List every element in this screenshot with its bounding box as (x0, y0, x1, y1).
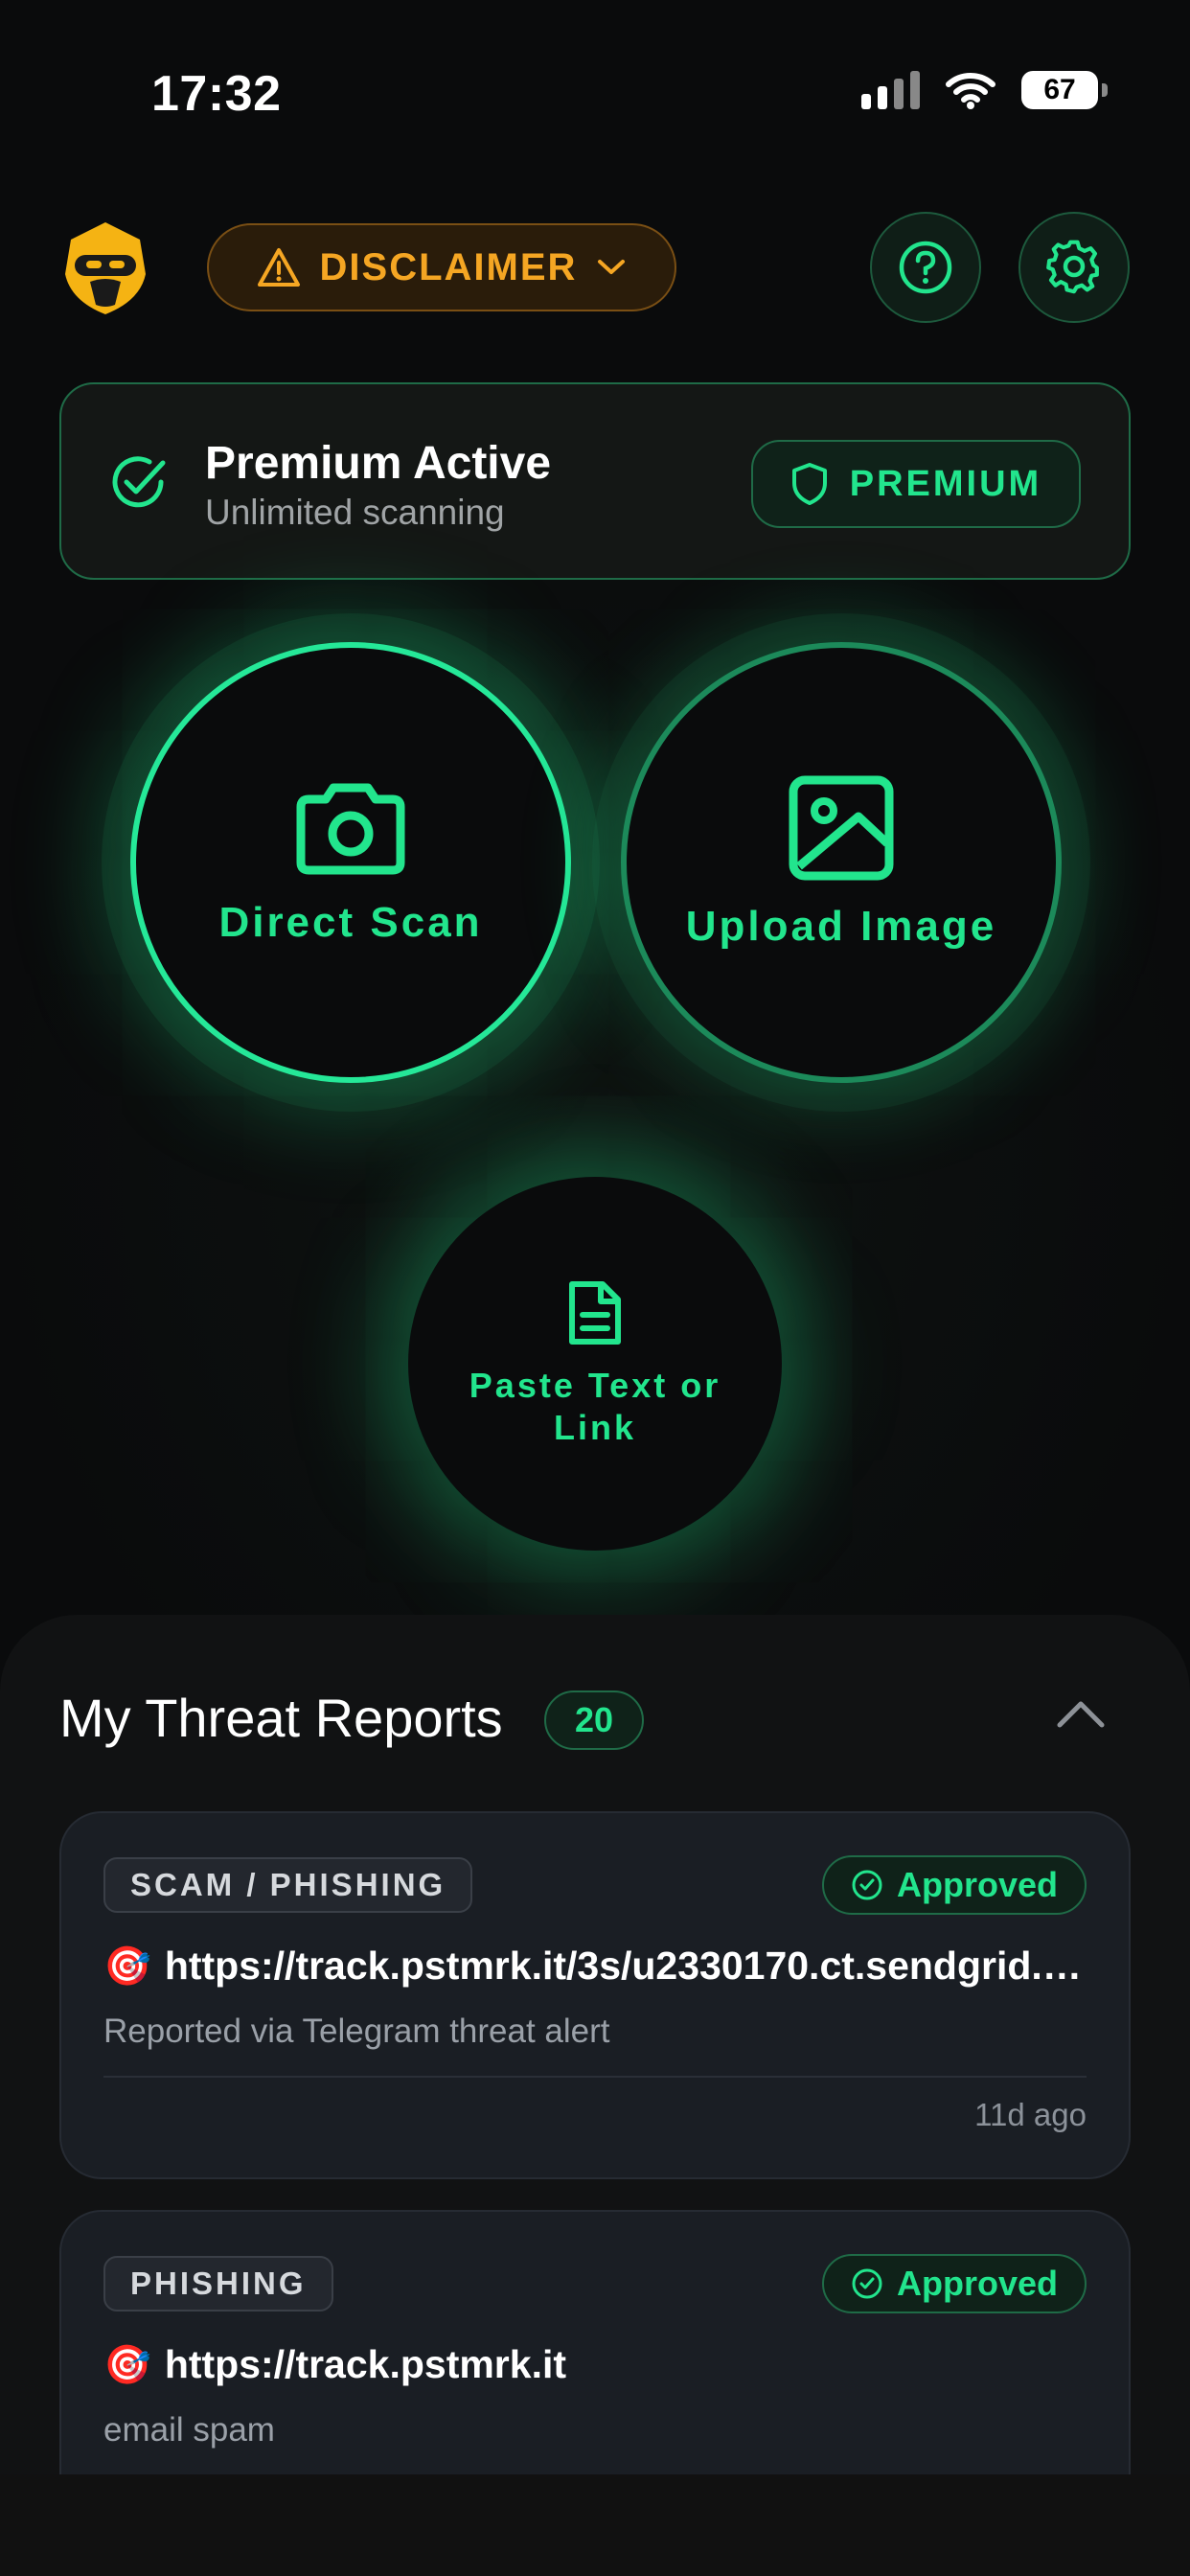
document-icon (569, 1281, 621, 1345)
chevron-up-icon[interactable] (1054, 1696, 1108, 1731)
reports-title: My Threat Reports (59, 1688, 503, 1748)
image-icon (789, 775, 894, 881)
ninja-logo (65, 222, 146, 314)
chevron-down-icon (598, 260, 626, 274)
paste-text-button[interactable]: Paste Text or Link (408, 1177, 782, 1551)
category-chip: PHISHING (103, 2256, 333, 2312)
premium-status-card: Premium Active Unlimited scanning PREMIU… (59, 382, 1131, 580)
report-note: email spam (103, 2411, 275, 2449)
settings-button[interactable] (1018, 212, 1130, 323)
report-timestamp: 11d ago (974, 2097, 1087, 2132)
direct-scan-label: Direct Scan (218, 899, 483, 946)
premium-title: Premium Active (205, 438, 552, 489)
status-label: Approved (896, 1865, 1058, 1904)
target-emoji-icon: 🎯 (103, 2344, 151, 2386)
warning-icon (257, 248, 300, 287)
upload-image-label: Upload Image (685, 903, 997, 950)
battery-icon: 67 (1021, 71, 1108, 109)
report-url: 🎯 https://track.pstmrk.it/3s/u2330170.ct.… (103, 1944, 1090, 1989)
cellular-signal-icon (861, 71, 920, 109)
status-time: 17:32 (151, 66, 282, 122)
check-circle-icon (852, 1870, 882, 1900)
divider (103, 2076, 1087, 2078)
disclaimer-label: DISCLAIMER (319, 245, 578, 288)
report-url-text: https://track.pstmrk.it (164, 2342, 567, 2386)
direct-scan-button[interactable]: Direct Scan (130, 642, 571, 1083)
status-badge: Approved (821, 2254, 1087, 2313)
app-screen: 17:32 67 DISCLAIMER Premium Active Unlim… (0, 0, 1190, 2576)
disclaimer-dropdown[interactable]: DISCLAIMER (207, 223, 676, 311)
status-badge: Approved (821, 1855, 1087, 1915)
report-url-text: https://track.pstmrk.it/3s/u2330170.ct.s… (164, 1944, 1090, 1988)
reports-count-badge: 20 (544, 1690, 644, 1750)
bottom-safe-area (0, 2474, 1190, 2576)
status-label: Approved (896, 2264, 1058, 2303)
check-circle-icon (112, 456, 166, 508)
status-icons: 67 (861, 71, 1108, 109)
gear-icon (1046, 240, 1099, 294)
wifi-icon (946, 73, 995, 109)
upload-image-button[interactable]: Upload Image (621, 642, 1062, 1083)
check-circle-icon (852, 2268, 882, 2299)
premium-badge-label: PREMIUM (849, 463, 1042, 504)
help-button[interactable] (870, 212, 981, 323)
shield-icon (791, 463, 827, 505)
paste-text-label: Paste Text or Link (469, 1366, 721, 1447)
help-icon (899, 241, 952, 294)
premium-badge-button[interactable]: PREMIUM (751, 440, 1081, 528)
camera-icon (296, 783, 405, 875)
target-emoji-icon: 🎯 (103, 1945, 151, 1988)
report-url: 🎯 https://track.pstmrk.it (103, 2342, 1090, 2387)
category-chip: SCAM / PHISHING (103, 1857, 473, 1913)
premium-subtitle: Unlimited scanning (205, 493, 505, 532)
report-card[interactable]: SCAM / PHISHING Approved 🎯 https://track.… (59, 1811, 1131, 2179)
report-note: Reported via Telegram threat alert (103, 2012, 610, 2050)
